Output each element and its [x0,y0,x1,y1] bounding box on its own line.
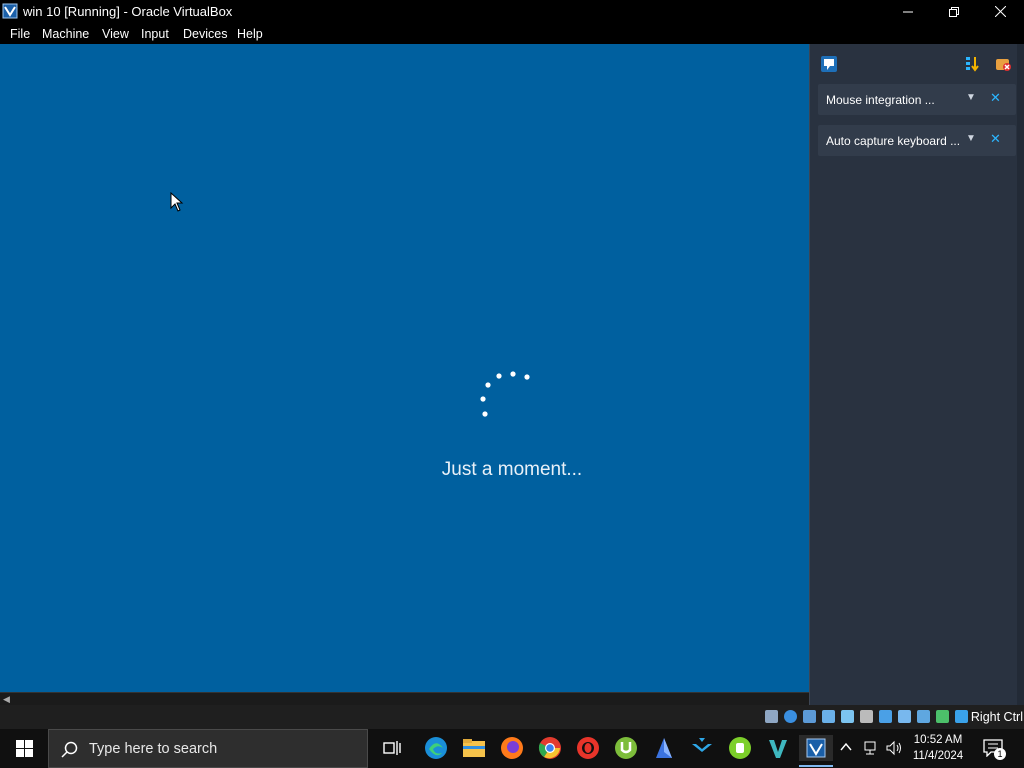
notification-badge: 1 [994,748,1006,760]
notification-auto-capture-keyboard[interactable]: Auto capture keyboard ... ▼ ✕ [818,125,1016,156]
menu-machine[interactable]: Machine [42,27,89,41]
pin-icon[interactable]: ▼ [966,133,976,144]
minimize-icon [903,11,913,12]
start-button[interactable] [0,729,48,768]
mouse-integration-icon[interactable] [936,710,949,723]
virtualbox-icon[interactable] [799,735,833,767]
notification-text: Mouse integration ... [826,93,935,107]
windows-logo-icon [15,740,33,757]
taskbar-clock[interactable]: 10:52 AM 11/4/2024 [903,732,973,764]
clear-all-icon[interactable] [994,55,1012,73]
active-app-indicator [799,765,833,767]
panel-scrollbar[interactable] [1017,44,1024,705]
menu-help[interactable]: Help [237,27,263,41]
keyboard-capture-icon[interactable] [955,710,968,723]
file-explorer-icon[interactable] [461,735,487,761]
utorrent-icon[interactable] [613,735,639,761]
search-icon [61,741,78,758]
usb-icon[interactable] [841,710,854,723]
loading-spinner-icon [480,371,530,417]
close-button[interactable] [977,0,1023,23]
visual-studio-icon[interactable] [765,735,791,761]
task-view-icon[interactable] [379,735,405,761]
shared-folders-icon[interactable] [860,710,873,723]
notification-text: Auto capture keyboard ... [826,134,961,148]
taskbar-search-box[interactable]: Type here to search [48,729,368,768]
clock-time: 10:52 AM [913,734,963,746]
sort-icon[interactable] [963,55,981,73]
search-placeholder: Type here to search [89,741,218,757]
clock-date: 11/4/2024 [912,750,964,762]
network-icon[interactable] [822,710,835,723]
notification-center-icon[interactable] [820,55,838,73]
host-key-label: Right Ctrl [970,710,1023,724]
cpu-icon[interactable] [917,710,930,723]
app-green-icon[interactable] [727,735,753,761]
restore-button[interactable] [931,0,977,23]
vm-display[interactable] [0,44,809,692]
dismiss-icon[interactable]: ✕ [990,90,1001,106]
pin-icon[interactable]: ▼ [966,92,976,103]
app-blue-icon[interactable] [651,735,677,761]
app-arrows-icon[interactable] [689,735,715,761]
notification-center: Mouse integration ... ▼ ✕ Auto capture k… [809,44,1024,705]
restore-icon [949,6,959,17]
horizontal-scrollbar[interactable]: ◀ [0,692,809,706]
vbox-status-bar: Right Ctrl [0,705,1024,729]
virtualbox-app-icon [2,3,18,19]
minimize-button[interactable] [885,0,931,23]
optical-drive-icon[interactable] [784,710,797,723]
menu-view[interactable]: View [102,27,129,41]
windows-taskbar: Type here to search 10:52 AM 11/4/2024 1 [0,729,1024,768]
network-status-icon[interactable] [863,740,879,756]
menu-bar: File Machine View Input Devices Help [0,23,1024,44]
display-icon[interactable] [879,710,892,723]
opera-icon[interactable] [575,735,601,761]
volume-icon[interactable] [885,740,903,756]
show-hidden-icons-icon[interactable] [840,742,852,752]
title-bar: win 10 [Running] - Oracle VirtualBox [0,0,1024,23]
edge-icon[interactable] [423,735,449,761]
close-icon [994,6,1006,17]
dismiss-icon[interactable]: ✕ [990,131,1001,147]
scroll-left-icon[interactable]: ◀ [3,694,10,705]
chrome-icon[interactable] [537,735,563,761]
menu-file[interactable]: File [10,27,30,41]
notification-mouse-integration[interactable]: Mouse integration ... ▼ ✕ [818,84,1016,115]
menu-devices[interactable]: Devices [183,27,227,41]
audio-icon[interactable] [803,710,816,723]
mouse-cursor-icon [170,192,184,212]
menu-input[interactable]: Input [141,27,169,41]
recording-icon[interactable] [898,710,911,723]
action-center-button[interactable]: 1 [983,739,1006,760]
firefox-icon[interactable] [499,735,525,761]
hard-disk-icon[interactable] [765,710,778,723]
window-title: win 10 [Running] - Oracle VirtualBox [23,4,233,19]
